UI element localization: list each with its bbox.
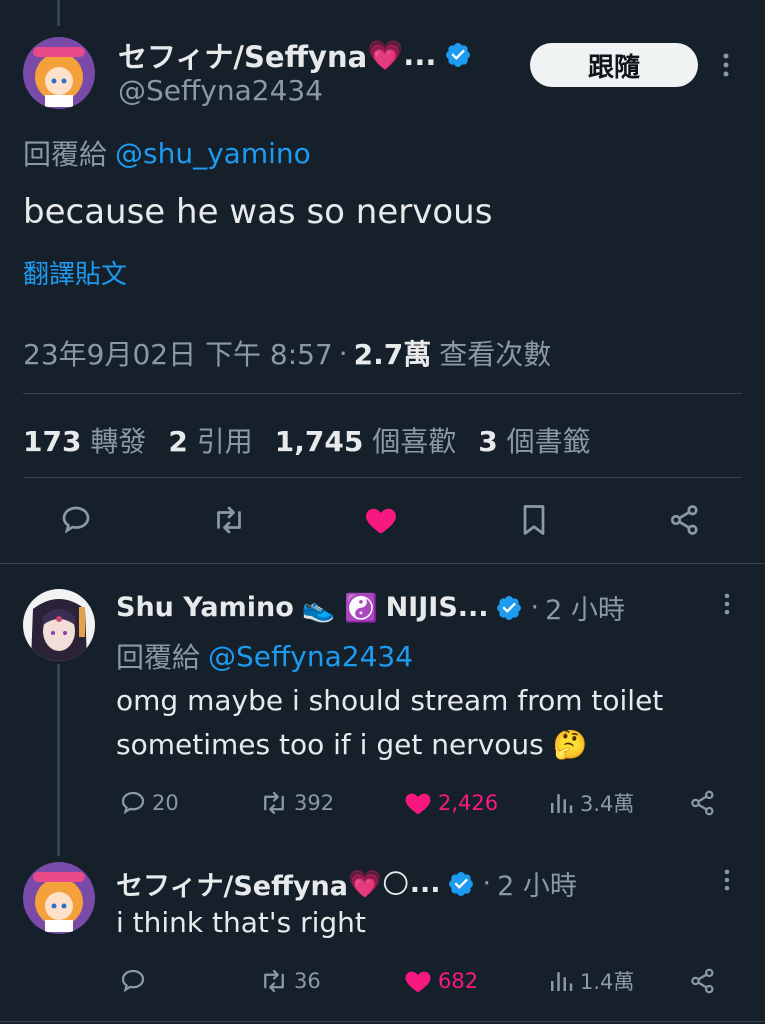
views-button[interactable]: 3.4萬 [546, 788, 634, 818]
more-options-icon[interactable] [718, 592, 736, 616]
name-ellipsis: ... [409, 868, 441, 899]
views-count: 3.4萬 [580, 792, 635, 816]
share-icon[interactable] [688, 966, 718, 996]
more-options-icon[interactable] [718, 868, 736, 892]
reply-prefix: 回覆給 [23, 138, 108, 171]
avatar[interactable] [23, 589, 95, 661]
time-separator: · [482, 868, 492, 899]
like-count-button[interactable]: 2,426 [402, 788, 498, 818]
handle[interactable]: @Seffyna2434 [118, 74, 323, 107]
stat-quotes[interactable]: 2 引用 [168, 420, 252, 460]
follow-button[interactable]: 跟隨 [530, 43, 698, 87]
like-icon [405, 971, 431, 993]
divider [23, 477, 742, 478]
reply-count-button[interactable] [118, 966, 152, 996]
thread-line [57, 0, 60, 26]
reply-icon[interactable] [58, 502, 94, 538]
stat-retweets[interactable]: 173 轉發 [23, 420, 146, 460]
views-count: 2.7萬 [353, 338, 432, 371]
name-emojis: 👟 ☯️ [301, 592, 378, 624]
name-ellipsis: ... [403, 38, 437, 72]
stat-likes[interactable]: 1,745 個喜歡 [275, 420, 457, 460]
analytics-icon [551, 972, 573, 991]
tweet-text: because he was so nervous [23, 192, 493, 232]
views-label: 查看次數 [439, 338, 552, 371]
avatar[interactable] [23, 37, 95, 109]
views-button[interactable]: 1.4萬 [546, 966, 634, 996]
views-count: 1.4萬 [580, 970, 635, 994]
divider [0, 563, 765, 564]
like-icon [405, 793, 431, 815]
share-icon[interactable] [667, 502, 703, 538]
reply-to-link[interactable]: @Seffyna2434 [208, 640, 413, 673]
more-options-icon[interactable] [716, 52, 736, 78]
timestamp[interactable]: 23年9月02日 下午 8:57 [23, 333, 333, 373]
like-icon[interactable] [362, 502, 400, 538]
translate-link[interactable]: 翻譯貼文 [23, 254, 127, 291]
verified-badge-icon [495, 594, 523, 622]
reply-to-link[interactable]: @shu_yamino [115, 137, 311, 170]
reply-text: i think that's right [116, 906, 366, 939]
like-count: 682 [438, 969, 479, 993]
reply-text-line: omg maybe i should stream from toilet [116, 684, 664, 717]
display-name[interactable]: セフィナ/Seffyna [118, 34, 367, 76]
reply-prefix: 回覆給 [116, 641, 201, 674]
name-suffix[interactable]: NIJIS... [386, 592, 489, 623]
verified-badge-icon [444, 41, 472, 69]
reply-count-button[interactable]: 20 [118, 788, 179, 818]
stat-bookmarks[interactable]: 3 個書籤 [478, 420, 590, 460]
retweet-icon [264, 791, 284, 815]
analytics-icon [551, 794, 573, 813]
name-emojis: 💗🌕 [348, 868, 410, 900]
retweet-icon[interactable] [210, 502, 248, 538]
reply-count: 20 [152, 791, 179, 815]
retweet-count-button[interactable]: 36 [258, 966, 321, 996]
retweet-count: 36 [294, 969, 321, 993]
display-name[interactable]: セフィナ/Seffyna [116, 864, 348, 903]
like-count-button[interactable]: 682 [402, 966, 478, 996]
retweet-icon [264, 969, 284, 993]
share-icon[interactable] [688, 788, 718, 818]
like-count: 2,426 [438, 791, 499, 815]
post-time[interactable]: 2 小時 [545, 588, 625, 627]
emoji: 💗 [367, 37, 404, 72]
time-separator: · [530, 592, 540, 623]
thread-line [57, 664, 60, 856]
separator: · [338, 336, 348, 370]
divider [0, 1021, 765, 1022]
avatar[interactable] [23, 862, 95, 934]
verified-badge-icon [447, 870, 475, 898]
retweet-count-button[interactable]: 392 [258, 788, 334, 818]
reply-icon [121, 791, 145, 815]
bookmark-icon[interactable] [516, 502, 552, 538]
post-time[interactable]: 2 小時 [497, 864, 577, 903]
reply-icon [121, 969, 145, 993]
display-name[interactable]: Shu Yamino [116, 592, 294, 623]
reply-text-line: sometimes too if i get nervous 🤔 [116, 728, 588, 761]
divider [23, 393, 742, 394]
retweet-count: 392 [294, 791, 335, 815]
